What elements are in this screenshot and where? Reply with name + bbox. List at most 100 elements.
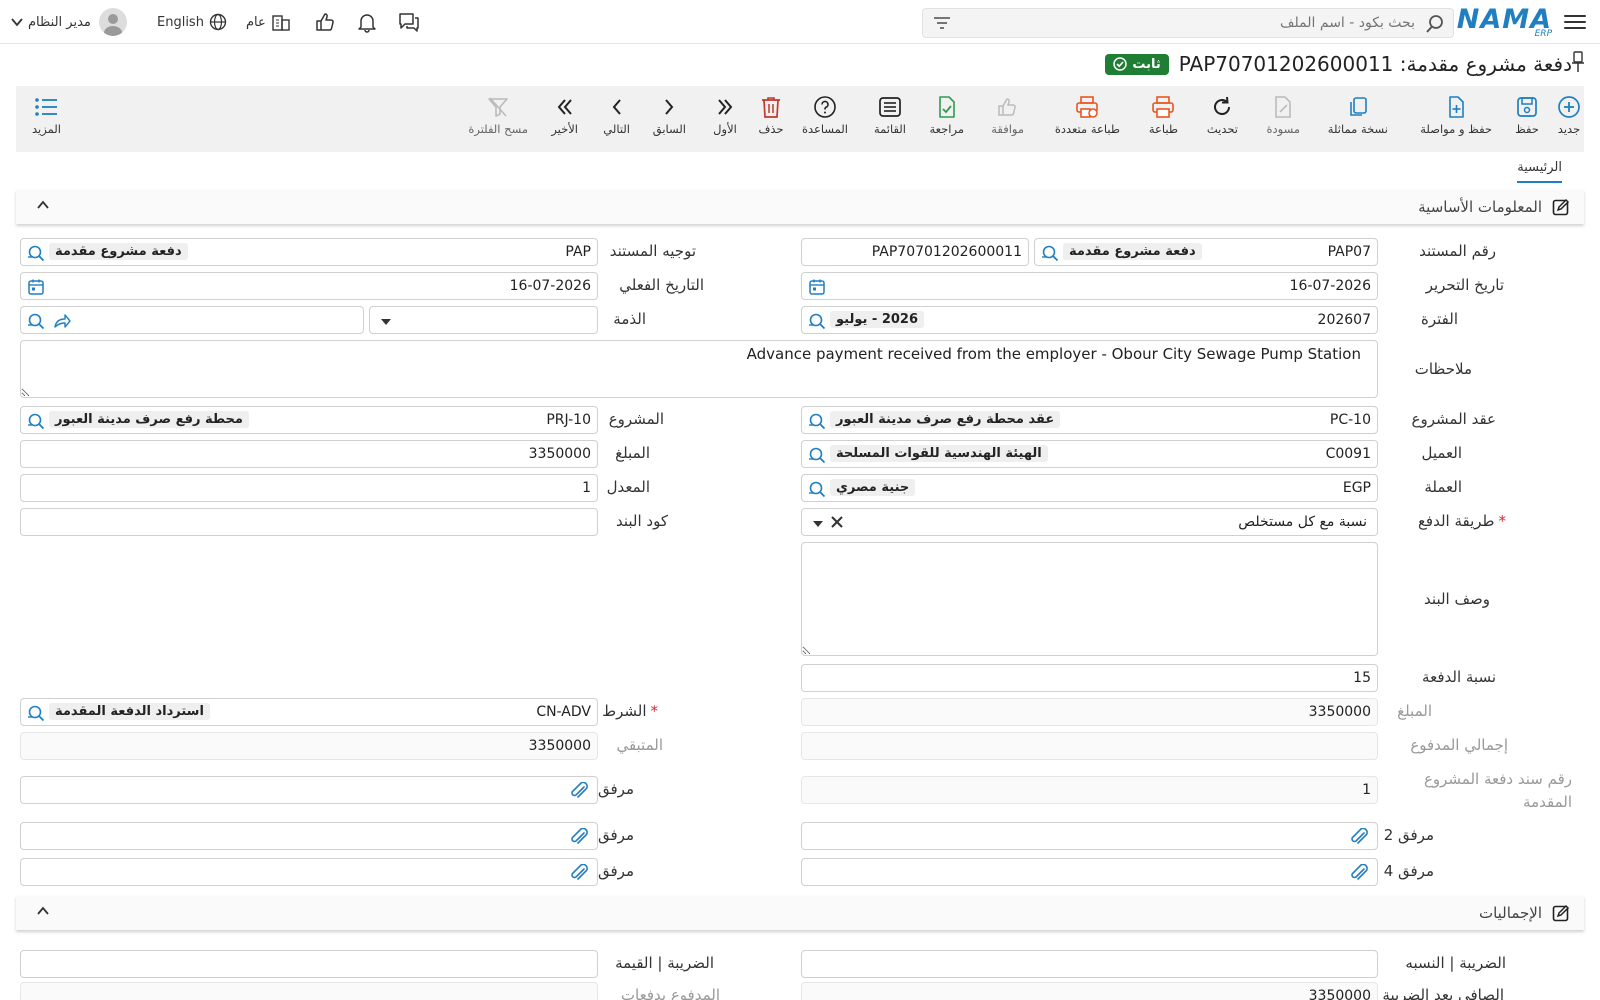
attach1-field[interactable] [20,776,598,804]
share-icon[interactable] [53,312,71,334]
amount-value: 3350000 [528,446,591,462]
customer-field[interactable]: C0091 الهيئة الهندسية للقوات المسلحة [801,440,1378,468]
delete-button[interactable]: حذف [758,94,784,136]
liability-type-select[interactable] [369,306,598,334]
item-desc-textarea[interactable] [801,542,1378,656]
tax-pct-label: الضريبة | النسبه [1405,954,1506,972]
doc-direction-field[interactable]: PAP دفعة مشروع مقدمة [20,238,598,266]
condition-field[interactable]: CN-ADV استرداد الدفعة المقدمة [20,698,598,726]
item-code-field[interactable] [20,508,598,536]
section-totals[interactable]: الإجماليات [16,896,1584,930]
doc-book-field[interactable]: PAP07 دفعة مشروع مقدمة [1034,238,1378,266]
tab-main[interactable]: الرئيسية [1517,160,1562,183]
lookup-icon[interactable] [27,704,45,726]
currency-label: العملة [1424,478,1462,496]
paperclip-icon[interactable] [1349,827,1369,850]
amount-field[interactable]: 3350000 [20,440,598,468]
caret-down-icon [380,315,392,331]
actual-date-value: 16-07-2026 [509,278,591,294]
previous-label: السابق [652,122,686,136]
paperclip-icon[interactable] [569,863,589,886]
chevron-up-icon[interactable] [36,904,50,922]
last-button[interactable]: الأخير [551,94,578,136]
calendar-icon[interactable] [27,278,45,300]
section-title: الإجماليات [1478,904,1542,922]
rate-field[interactable]: 1 [20,474,598,502]
lookup-icon[interactable] [27,312,45,334]
chat-icon[interactable] [397,8,421,36]
filter-icon[interactable] [933,16,951,34]
period-code: 202607 [1317,312,1371,328]
status-text: ثابت [1132,56,1161,72]
next-button[interactable]: التالي [603,94,630,136]
lookup-icon[interactable] [808,480,826,502]
attach2-field[interactable] [801,822,1378,850]
attach4-field[interactable] [801,858,1378,886]
net-after-tax-field: 3350000 [801,982,1378,1000]
help-button[interactable]: المساعدة [802,94,848,136]
payment-pct-field[interactable]: 15 [801,664,1378,692]
lookup-icon[interactable] [1041,244,1059,266]
previous-button[interactable]: السابق [653,94,686,136]
project-field[interactable]: PRJ-10 محطة رفع صرف مدينة العبور [20,406,598,434]
actual-date-field[interactable]: 16-07-2026 [20,272,598,300]
clear-icon[interactable] [830,515,844,533]
attach3-field[interactable] [20,822,598,850]
lookup-icon[interactable] [808,412,826,434]
attach5-field[interactable] [20,858,598,886]
issue-date-field[interactable]: 16-07-2026 [801,272,1378,300]
section-basic-info[interactable]: المعلومات الأساسية [16,190,1584,224]
bell-icon[interactable] [356,8,378,36]
lookup-icon[interactable] [808,446,826,468]
search-input[interactable] [975,13,1415,33]
menu-icon[interactable] [1564,11,1586,31]
paperclip-icon[interactable] [1349,863,1369,886]
refresh-button[interactable]: تحديث [1207,94,1238,136]
first-button[interactable]: الأول [712,94,738,136]
logo-subtext: ERP [1534,29,1552,39]
language-switch[interactable]: English [157,8,227,36]
tax-pct-field[interactable] [801,950,1378,978]
section-title: المعلومات الأساسية [1418,198,1542,216]
liability-label: الذمة [613,310,646,328]
list-button[interactable]: القائمة [874,94,906,136]
save-continue-button[interactable]: حفظ و مواصلة [1420,94,1492,136]
caret-down-icon[interactable] [812,517,824,533]
app-logo[interactable]: NAMA ERP [1457,4,1552,39]
clear-filter-button[interactable]: مسح الفلترة [468,94,528,136]
action-toolbar: جديد حفظ حفظ و مواصلة نسخة مماثلة مسودة … [16,86,1584,152]
company-switch[interactable]: عام [246,8,291,36]
print-button[interactable]: طباعة [1149,94,1178,136]
tax-value-field[interactable] [20,950,598,978]
lookup-icon[interactable] [27,244,45,266]
search-icon[interactable] [1425,14,1445,38]
user-menu[interactable]: مدير النظام [10,8,127,36]
condition-name: استرداد الدفعة المقدمة [49,703,210,720]
liability-field[interactable] [20,306,364,334]
lookup-icon[interactable] [27,412,45,434]
save-button[interactable]: حفظ [1514,94,1540,136]
notes-textarea[interactable]: Advance payment received from the employ… [20,340,1378,398]
lookup-icon[interactable] [808,312,826,334]
payment-method-select[interactable]: نسبة مع كل مستخلص [801,508,1378,536]
pin-icon[interactable] [1570,50,1586,78]
thumbs-up-icon[interactable] [314,8,336,36]
duplicate-button[interactable]: نسخة مماثلة [1328,94,1388,136]
review-button[interactable]: مراجعة [929,94,964,136]
more-button[interactable]: المزيد [32,94,61,136]
calendar-icon[interactable] [808,278,826,300]
contract-field[interactable]: PC-10 عقد محطة رفع صرف مدينة العبور [801,406,1378,434]
multi-print-button[interactable]: طباعة متعددة [1055,94,1120,136]
save-label: حفظ [1515,122,1539,136]
doc-number-field[interactable]: PAP70701202600011 [801,238,1029,266]
refresh-label: تحديث [1206,122,1238,136]
draft-button[interactable]: مسودة [1266,94,1300,136]
approve-button[interactable]: موافقة [991,94,1024,136]
new-button[interactable]: جديد [1556,94,1582,136]
paperclip-icon[interactable] [569,827,589,850]
period-field[interactable]: 202607 2026 - يوليو [801,306,1378,334]
paperclip-icon[interactable] [569,781,589,804]
search-box[interactable] [922,8,1454,38]
chevron-up-icon[interactable] [36,198,50,216]
currency-field[interactable]: EGP جنية مصري [801,474,1378,502]
